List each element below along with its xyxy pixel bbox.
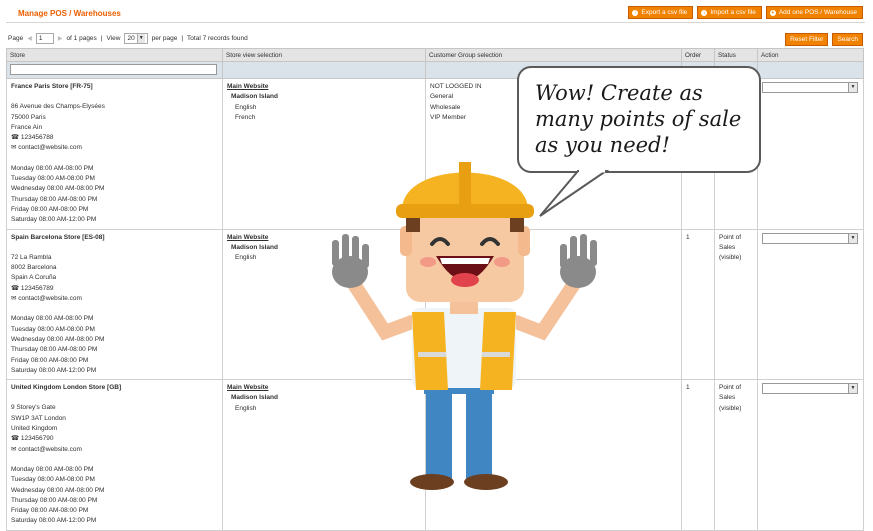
opening-hours-line: Friday 08:00 AM-08:00 PM (11, 507, 89, 515)
opening-hours-line: Thursday 08:00 AM-08:00 PM (11, 496, 98, 504)
construction-worker-illustration (332, 162, 597, 490)
opening-hours-line: Saturday 08:00 AM-12:00 PM (11, 517, 97, 525)
